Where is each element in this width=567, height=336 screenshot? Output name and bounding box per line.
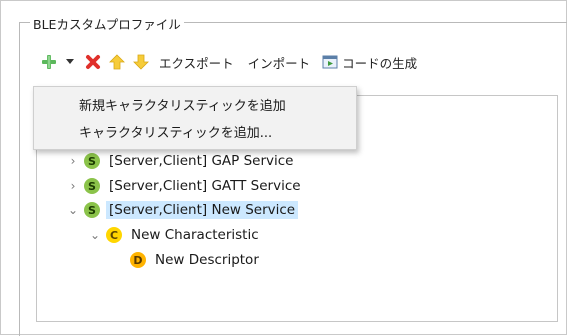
tree-item-label: New Descriptor (155, 252, 259, 268)
generate-code-label: コードの生成 (342, 55, 418, 71)
descriptor-icon: D (130, 252, 146, 268)
export-button[interactable]: エクスポート (159, 51, 234, 73)
tree-item-new-descriptor[interactable]: D New Descriptor (126, 249, 262, 271)
code-generate-icon (322, 55, 338, 69)
arrow-up-icon (109, 54, 125, 70)
tree-item-new-service[interactable]: ⌄ S [Server,Client] New Service (66, 199, 299, 221)
service-icon: S (84, 178, 100, 194)
chevron-right-icon[interactable]: › (66, 175, 80, 197)
move-down-button[interactable] (132, 51, 150, 73)
add-button[interactable] (40, 51, 58, 73)
delete-x-icon (86, 55, 100, 69)
tree-item-new-characteristic[interactable]: ⌄ C New Characteristic (88, 224, 262, 246)
characteristic-icon: C (106, 227, 122, 243)
arrow-down-icon (133, 54, 149, 70)
tree-item-label: New Characteristic (131, 227, 259, 243)
import-button[interactable]: インポート (248, 51, 311, 73)
tree-item-label: [Server,Client] GATT Service (109, 178, 301, 194)
tree-item-gatt-service[interactable]: › S [Server,Client] GATT Service (66, 175, 304, 197)
plus-icon (42, 55, 56, 69)
move-up-button[interactable] (108, 51, 126, 73)
generate-code-button[interactable]: コードの生成 (322, 51, 417, 73)
chevron-down-icon[interactable]: ⌄ (66, 199, 80, 221)
tree-item-label: [Server,Client] New Service (106, 201, 299, 219)
tree-item-label: [Server,Client] GAP Service (109, 153, 294, 169)
chevron-right-icon[interactable]: › (66, 150, 80, 172)
delete-button[interactable] (84, 51, 102, 73)
group-title: BLEカスタムプロファイル (30, 14, 184, 33)
menu-item-add-characteristic[interactable]: キャラクタリスティックを追加... (34, 118, 356, 145)
add-dropdown-button[interactable] (62, 51, 78, 73)
service-icon: S (84, 153, 100, 169)
chevron-down-icon[interactable]: ⌄ (88, 224, 102, 246)
tree-item-gap-service[interactable]: › S [Server,Client] GAP Service (66, 150, 297, 172)
menu-item-add-new-characteristic[interactable]: 新規キャラクタリスティックを追加 (34, 91, 356, 118)
service-icon: S (84, 202, 100, 218)
add-dropdown-menu: 新規キャラクタリスティックを追加 キャラクタリスティックを追加... (33, 86, 357, 150)
dropdown-arrow-icon (66, 59, 74, 64)
toolbar: エクスポート インポート コードの生成 (40, 50, 417, 74)
